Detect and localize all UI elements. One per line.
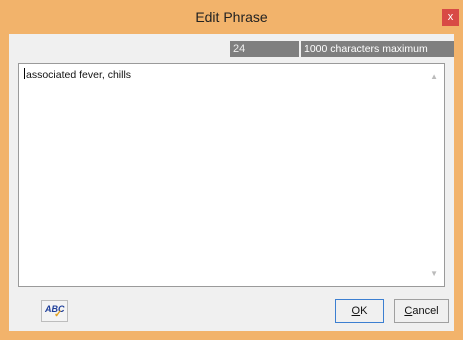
phrase-text-area[interactable]: associated fever, chills ▲ ▼ xyxy=(18,63,445,287)
edit-phrase-dialog: Edit Phrase x 24 1000 characters maximum… xyxy=(0,0,463,340)
character-limit-label: 1000 characters maximum xyxy=(301,41,454,57)
dialog-body: 24 1000 characters maximum associated fe… xyxy=(9,34,454,331)
title-bar[interactable]: Edit Phrase x xyxy=(0,0,463,34)
spell-check-button[interactable]: ABC ✓ xyxy=(41,300,68,322)
text-caret xyxy=(24,68,25,79)
close-button[interactable]: x xyxy=(442,9,459,26)
character-count: 24 xyxy=(230,41,299,57)
checkmark-icon: ✓ xyxy=(54,309,63,320)
dialog-title: Edit Phrase xyxy=(195,9,268,25)
scroll-up-arrow[interactable]: ▲ xyxy=(430,72,438,81)
scroll-down-arrow[interactable]: ▼ xyxy=(430,269,438,278)
ok-button[interactable]: OK xyxy=(335,299,384,323)
phrase-text: associated fever, chills xyxy=(26,69,132,81)
cancel-button[interactable]: Cancel xyxy=(394,299,449,323)
